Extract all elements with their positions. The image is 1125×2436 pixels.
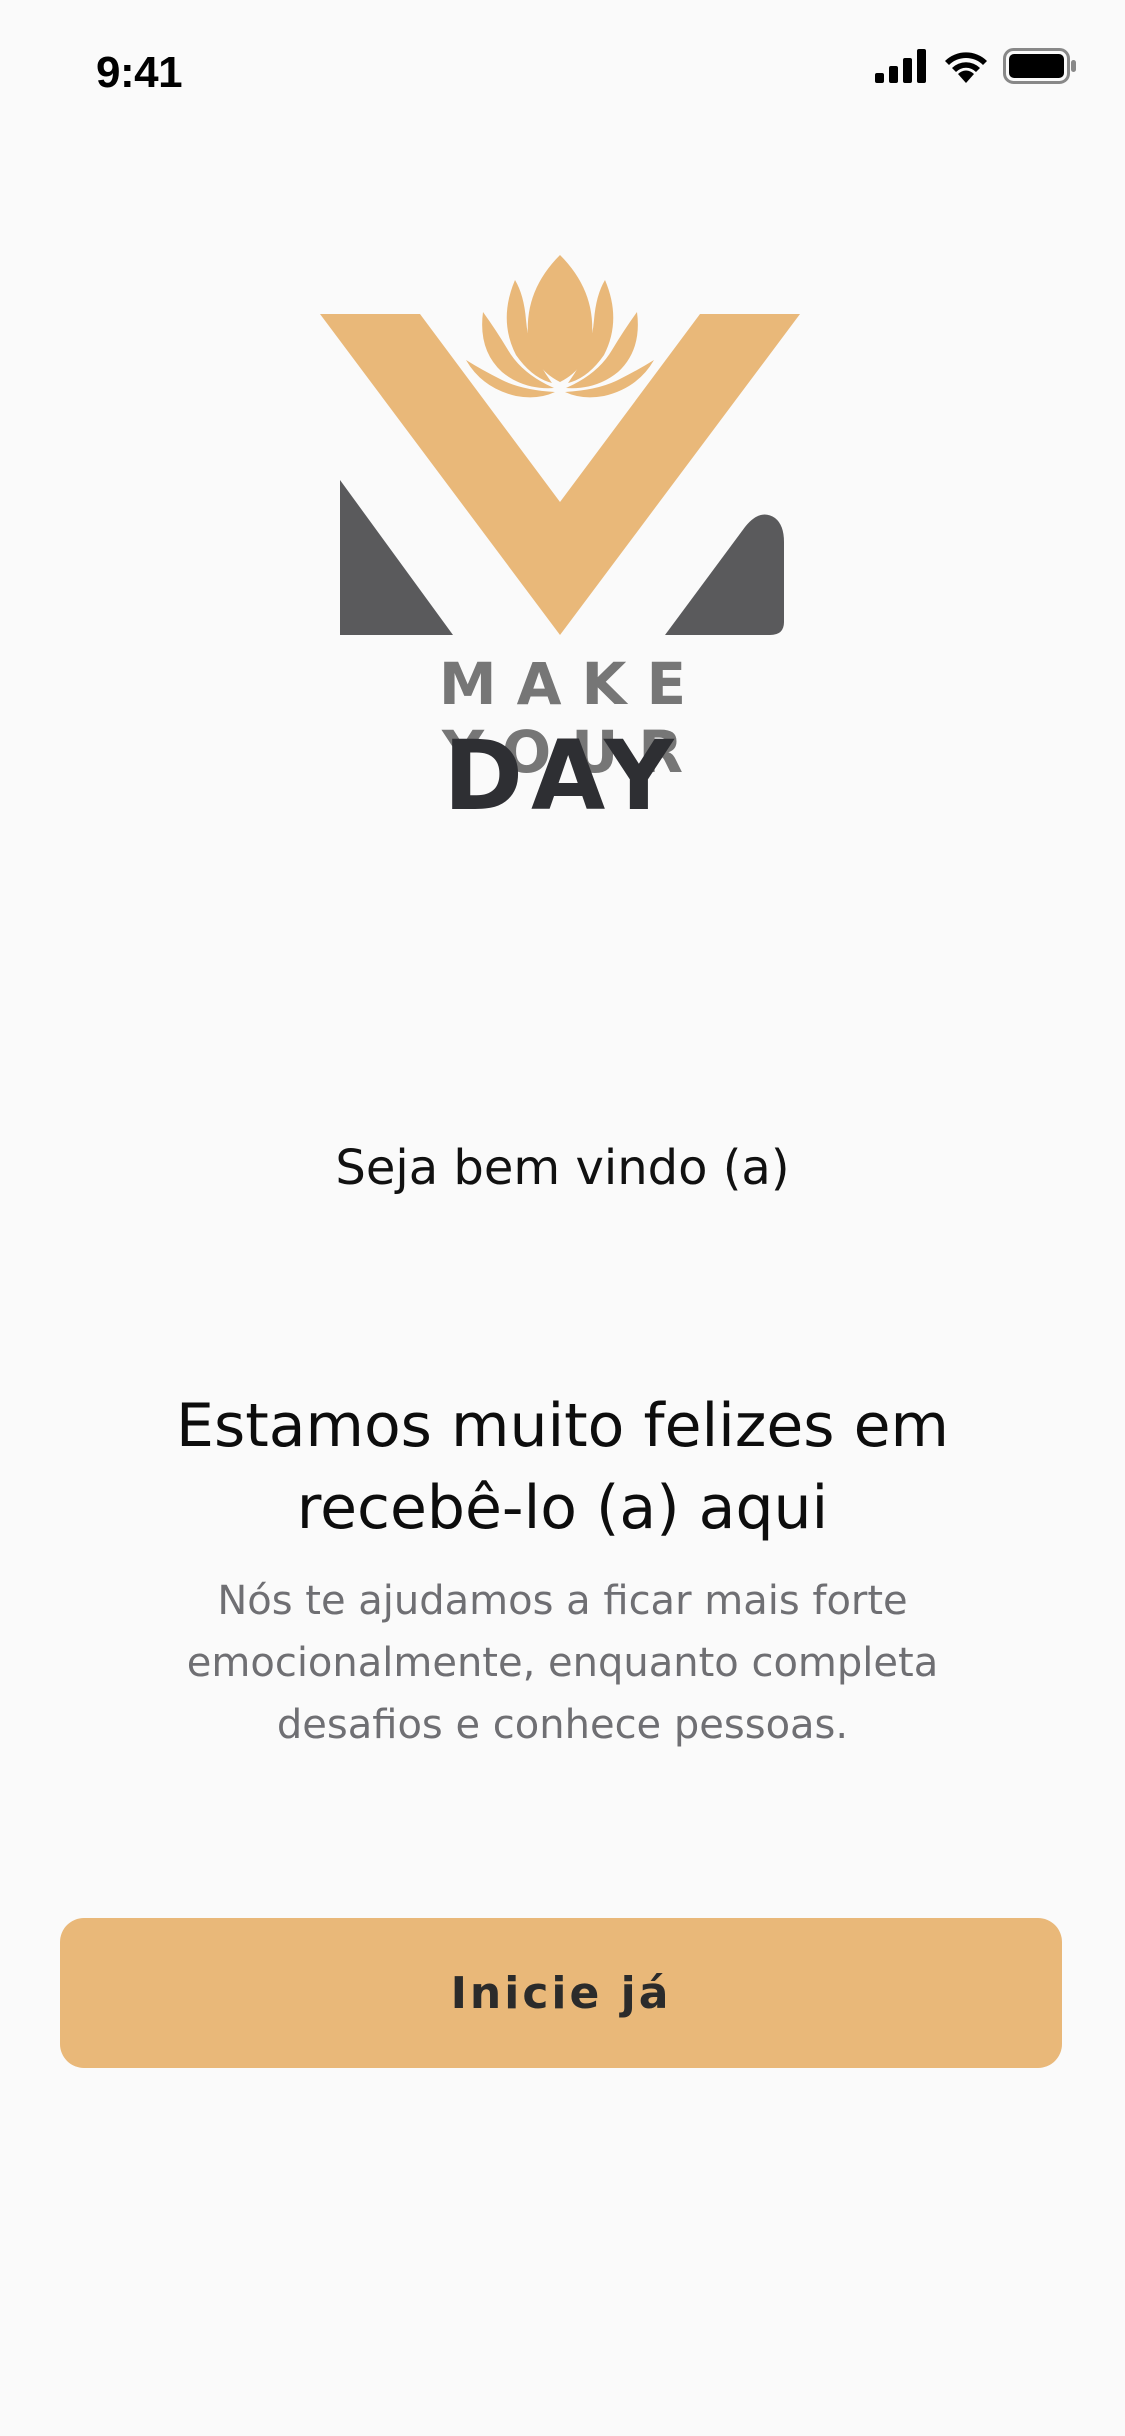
status-time: 9:41 xyxy=(96,48,183,97)
start-button[interactable]: Inicie já xyxy=(60,1918,1062,2068)
lotus-v-emblem xyxy=(320,255,800,635)
headline: Estamos muito felizes em recebê-lo (a) a… xyxy=(176,1391,949,1543)
wifi-icon xyxy=(943,49,989,87)
cellular-signal-icon xyxy=(875,49,929,87)
battery-icon xyxy=(1003,48,1077,88)
status-icons xyxy=(875,48,1077,88)
app-logo: MAKE YOUR DAY xyxy=(270,250,855,832)
welcome-text: Seja bem vindo (a) xyxy=(335,1140,790,1196)
logo-text-day: DAY xyxy=(443,720,682,832)
description-text: Nós te ajudamos a ficar mais forte emoci… xyxy=(186,1578,939,1748)
status-bar: 9:41 xyxy=(0,0,1125,140)
